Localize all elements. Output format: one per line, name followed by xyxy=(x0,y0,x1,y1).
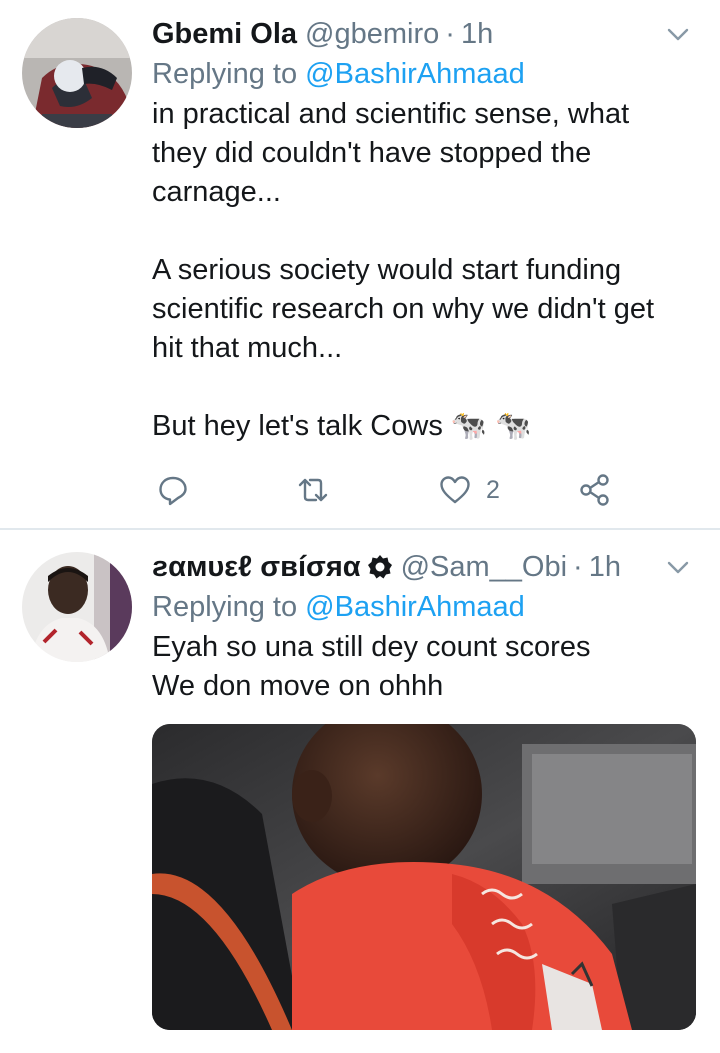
separator: · xyxy=(445,17,455,50)
timestamp[interactable]: 1h xyxy=(589,551,621,584)
reply-icon xyxy=(159,476,187,506)
display-name[interactable]: Gbemi Ola xyxy=(152,18,297,51)
tweet[interactable]: Gbemi Ola @gbemiro · 1h Replying to @Bas… xyxy=(0,0,720,528)
badge-icon xyxy=(367,555,392,579)
replying-prefix: Replying to xyxy=(152,58,298,90)
like-count: 2 xyxy=(486,475,500,504)
tweet-text: in practical and scientific sense, what … xyxy=(152,98,655,442)
display-name[interactable]: ƨαмυεℓ σвíσяα xyxy=(152,551,361,584)
like-button[interactable]: 2 xyxy=(438,473,500,507)
tweet-actions: 2 xyxy=(152,470,622,510)
chevron-down-icon[interactable] xyxy=(664,20,692,48)
avatar[interactable] xyxy=(22,552,132,662)
share-icon xyxy=(580,474,609,506)
mention-link[interactable]: @BashirAhmaad xyxy=(305,58,525,90)
tweet-header: ƨαмυεℓ σвíσяα @Sam__Obi · 1h xyxy=(152,547,700,587)
like-icon xyxy=(440,476,470,504)
tweet-text: Eyah so una still dey count scores We do… xyxy=(152,631,591,702)
user-handle[interactable]: @gbemiro xyxy=(305,18,439,51)
tweet[interactable]: ƨαмυεℓ σвíσяα @Sam__Obi · 1h Replying to… xyxy=(0,530,720,1053)
avatar[interactable] xyxy=(22,18,132,128)
separator: · xyxy=(573,550,583,583)
retweet-button[interactable] xyxy=(296,473,330,507)
mention-link[interactable]: @BashirAhmaad xyxy=(305,591,525,623)
timestamp[interactable]: 1h xyxy=(461,18,493,51)
user-handle[interactable]: @Sam__Obi xyxy=(401,551,567,584)
replying-to: Replying to @BashirAhmaad xyxy=(152,54,700,94)
tweet-media-image[interactable] xyxy=(152,724,696,1030)
retweet-icon xyxy=(298,478,328,502)
replying-prefix: Replying to xyxy=(152,591,298,623)
replying-to: Replying to @BashirAhmaad xyxy=(152,587,700,627)
reply-button[interactable] xyxy=(156,473,190,507)
chevron-down-icon[interactable] xyxy=(664,553,692,581)
tweet-header: Gbemi Ola @gbemiro · 1h xyxy=(152,14,700,54)
share-button[interactable] xyxy=(578,473,612,507)
